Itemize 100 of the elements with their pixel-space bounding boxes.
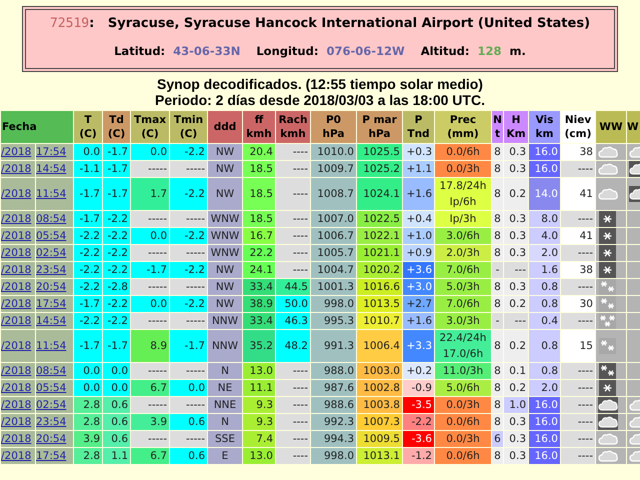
- date-link[interactable]: /2018: [1, 264, 32, 276]
- time-link[interactable]: 14:54: [36, 314, 66, 327]
- date-link[interactable]: /2018: [1, 246, 32, 259]
- table-cell: 1022.5: [357, 210, 402, 227]
- table-cell: -1.7: [103, 178, 130, 210]
- time-link[interactable]: 05:54: [36, 230, 66, 242]
- table-cell: N: [208, 414, 242, 430]
- column-header: Niev (cm): [561, 110, 595, 143]
- date-link[interactable]: /2018: [1, 162, 32, 175]
- table-cell: 1009.7: [311, 160, 356, 177]
- table-cell: 8: [492, 296, 503, 312]
- table-cell: 1001.3: [311, 278, 356, 295]
- time-link[interactable]: 02:54: [36, 246, 66, 259]
- date-link[interactable]: /2018: [1, 382, 32, 394]
- unit-label: m.: [510, 42, 526, 60]
- table-cell: ----: [561, 362, 595, 379]
- period-text: Periodo: 2 días desde 2018/03/03 a las 18:00 UTC.: [154, 92, 486, 108]
- table-cell: ----: [561, 414, 595, 430]
- table-cell: 0.0/6h: [435, 448, 491, 464]
- time-link[interactable]: 05:54: [36, 382, 66, 394]
- date-link[interactable]: /2018: [1, 298, 32, 310]
- date-link[interactable]: /2018: [1, 432, 32, 445]
- table-cell: ----: [561, 278, 595, 295]
- table-cell: -2.2: [74, 278, 102, 295]
- table-cell: +3.0: [403, 278, 434, 295]
- table-cell: 1006.7: [311, 228, 356, 244]
- table-cell: NW: [208, 144, 242, 160]
- column-header: Fecha: [1, 110, 73, 143]
- table-cell: +3.3: [403, 330, 434, 362]
- table-cell: WNW: [208, 228, 242, 244]
- table-cell: 30: [561, 296, 595, 312]
- time-link[interactable]: 08:54: [36, 212, 66, 225]
- table-cell: 6.7: [131, 448, 169, 464]
- table-cell: 24.1: [243, 262, 275, 278]
- table-cell: -1.7: [74, 210, 102, 227]
- table-cell: 3.9: [74, 430, 102, 447]
- station-name: Syracuse, Syracuse Hancock International Airport (United States): [108, 16, 590, 31]
- column-header: Td (C): [103, 110, 130, 143]
- time-link[interactable]: 02:54: [36, 398, 66, 411]
- table-cell: -2.2: [103, 312, 130, 329]
- table-cell: 16.0: [529, 414, 560, 430]
- table-cell: -----: [131, 430, 169, 447]
- column-header: P mar hPa: [357, 110, 402, 143]
- table-cell: 8: [492, 228, 503, 244]
- date-link[interactable]: /2018: [1, 212, 32, 225]
- table-cell: ----: [276, 380, 310, 396]
- field-value: 076-06-12W: [326, 42, 405, 60]
- table-cell: ---: [504, 262, 528, 278]
- table-cell: 8: [492, 144, 503, 160]
- table-cell: 2.8: [74, 448, 102, 464]
- date-link[interactable]: /2018: [1, 280, 32, 293]
- table-cell: NW: [208, 178, 242, 210]
- table-cell: 0.8: [529, 278, 560, 295]
- table-cell: -1.7: [103, 144, 130, 160]
- table-cell: 1010.0: [311, 144, 356, 160]
- date-link[interactable]: /2018: [1, 230, 32, 242]
- table-cell: -----: [131, 210, 169, 227]
- column-header: Vis km: [529, 110, 560, 143]
- date-link[interactable]: /2018: [1, 398, 32, 411]
- time-link[interactable]: 17:54: [36, 298, 66, 310]
- table-cell: -----: [170, 430, 207, 447]
- table-cell: -----: [170, 362, 207, 379]
- table-cell: -: [492, 262, 503, 278]
- table-cell: 0.3: [504, 244, 528, 261]
- table-cell: 0.6: [103, 396, 130, 413]
- column-header: H Km: [504, 110, 528, 143]
- date-link[interactable]: /2018: [1, 416, 32, 428]
- date-link[interactable]: /2018: [1, 188, 32, 200]
- time-link[interactable]: 23:54: [36, 264, 66, 276]
- date-link[interactable]: /2018: [1, 340, 32, 352]
- table-cell: 5.0/3h: [435, 278, 491, 295]
- table-cell: 7.4: [243, 430, 275, 447]
- date-link[interactable]: /2018: [1, 364, 32, 377]
- time-link[interactable]: 20:54: [36, 280, 66, 293]
- table-cell: 7.0/6h: [435, 296, 491, 312]
- table-cell: 6: [492, 430, 503, 447]
- time-link[interactable]: 11:54: [36, 188, 66, 200]
- time-link[interactable]: 17:54: [36, 146, 66, 158]
- table-cell: -----: [170, 396, 207, 413]
- time-link[interactable]: 11:54: [36, 340, 66, 352]
- table-cell: -----: [170, 278, 207, 295]
- table-cell: 0.6: [103, 414, 130, 430]
- table-cell: 14.0: [529, 178, 560, 210]
- column-header: WW: [596, 110, 626, 143]
- table-cell: 8: [492, 380, 503, 396]
- table-cell: -2.2: [170, 228, 207, 244]
- table-cell: -3.6: [403, 430, 434, 447]
- subtitle: Synop decodificados. (12:55 tiempo solar medio): [156, 76, 484, 92]
- table-cell: -2.2: [74, 244, 102, 261]
- time-link[interactable]: 08:54: [36, 364, 66, 377]
- table-cell: 0.6: [170, 414, 207, 430]
- time-link[interactable]: 23:54: [36, 416, 66, 428]
- time-link[interactable]: 20:54: [36, 432, 66, 445]
- date-link[interactable]: /2018: [1, 450, 32, 462]
- table-cell: -3.5: [403, 396, 434, 413]
- date-link[interactable]: /2018: [1, 146, 32, 158]
- time-link[interactable]: 14:54: [36, 162, 66, 175]
- table-cell: 8: [492, 278, 503, 295]
- time-link[interactable]: 17:54: [36, 450, 66, 462]
- date-link[interactable]: /2018: [1, 314, 32, 327]
